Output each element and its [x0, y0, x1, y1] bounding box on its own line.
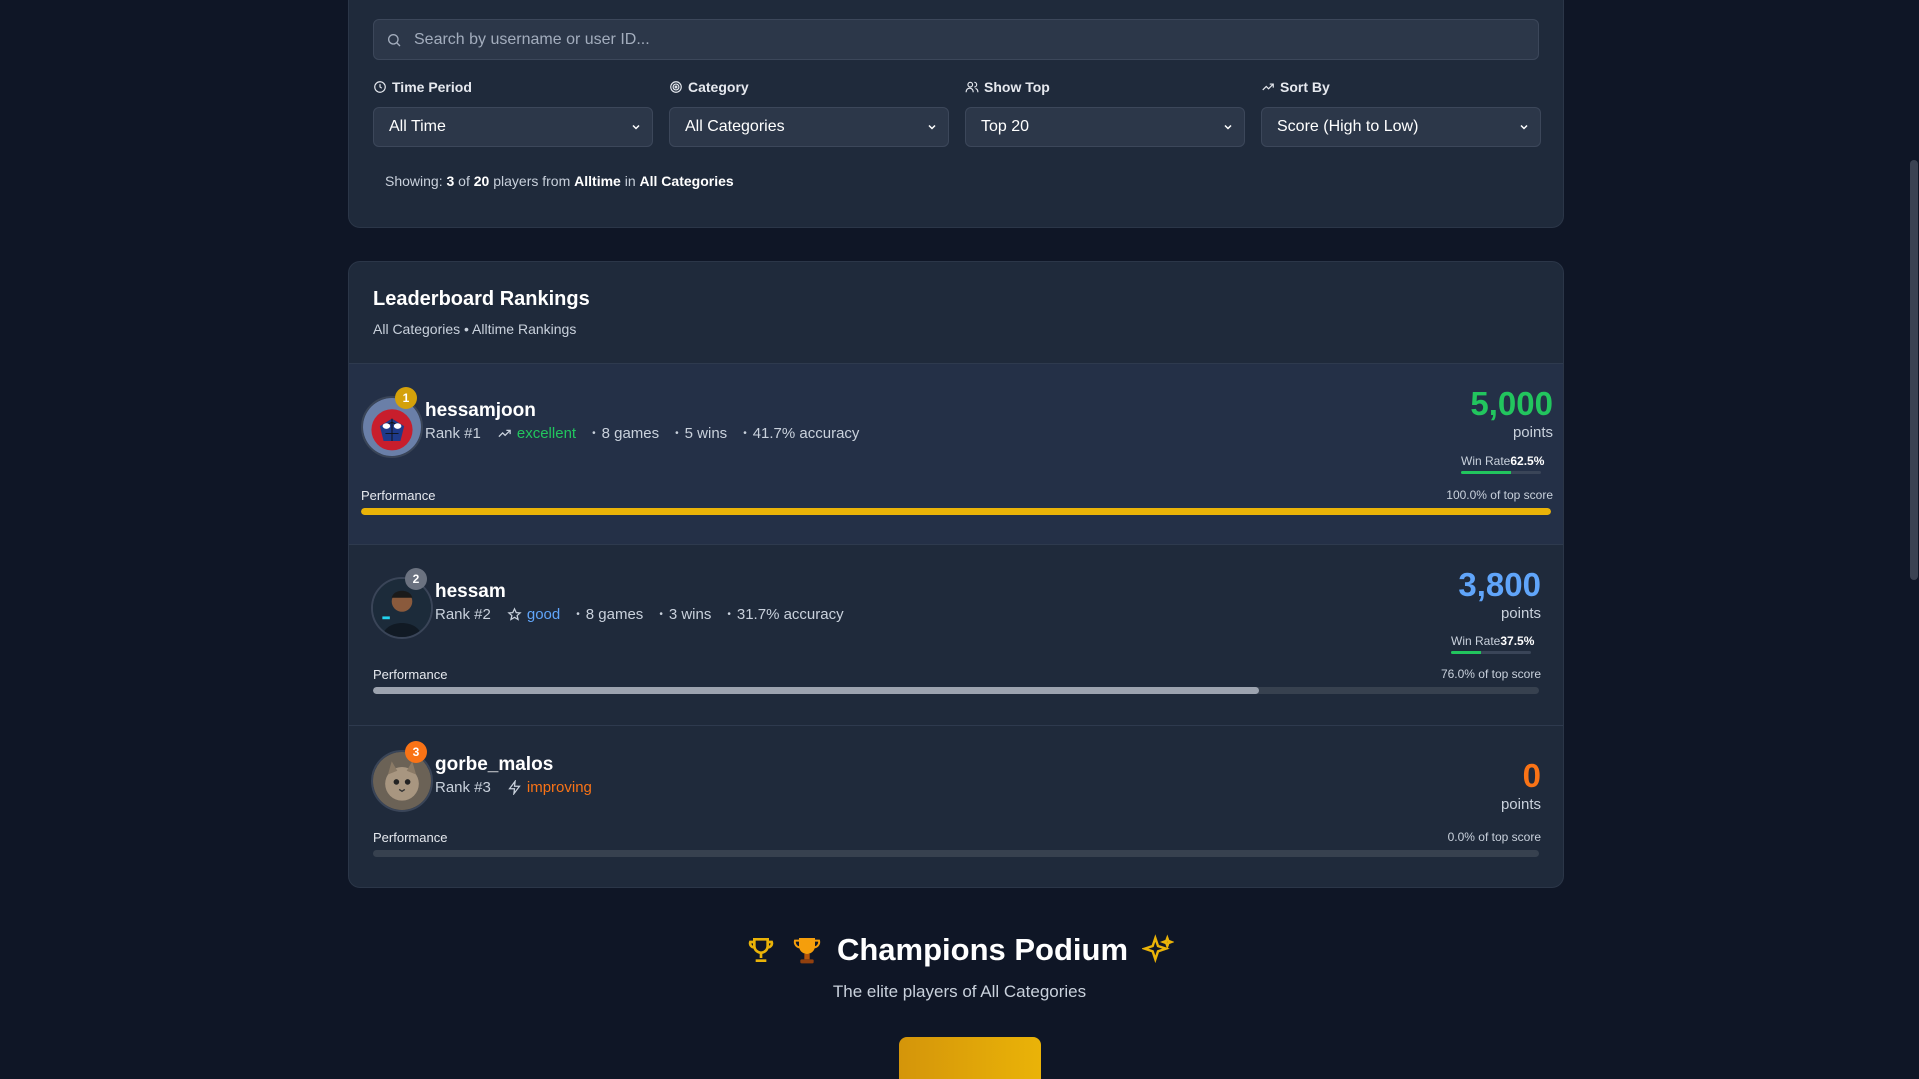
show-top-filter: Show Top Top 20	[965, 77, 1245, 147]
leaderboard-subtitle: All Categories • Alltime Rankings	[373, 321, 577, 337]
player-name[interactable]: hessamjoon	[425, 400, 536, 422]
showing-summary: Showing: 3 of 20 players from Alltime in…	[385, 173, 734, 189]
performance-bar	[373, 850, 1539, 857]
win-rate-value: 62.5%	[1510, 454, 1545, 468]
leaderboard-page: Time Period All Time Category All Catego…	[0, 0, 1919, 1079]
clock-icon	[374, 81, 386, 93]
scrollbar[interactable]	[1909, 0, 1919, 1079]
player-score: 5,000 points	[1470, 385, 1553, 442]
chevron-down-icon	[928, 124, 936, 130]
player-score: 0 points	[1500, 757, 1541, 814]
points-label: points	[1500, 605, 1541, 622]
search-bar[interactable]	[373, 19, 1539, 60]
player-meta: Rank #3 improving	[435, 779, 592, 796]
time-period-filter: Time Period All Time	[373, 77, 653, 147]
filters-card: Time Period All Time Category All Catego…	[348, 0, 1564, 228]
performance-label: Performance	[373, 667, 448, 682]
win-rate: Win Rate37.5%	[1451, 634, 1535, 648]
accuracy: 41.7% accuracy	[752, 425, 860, 442]
performance-percent: 76.0% of top score	[1440, 667, 1541, 681]
trophy-icon	[793, 938, 821, 964]
rank-badge: 3	[405, 741, 427, 763]
accuracy: 31.7% accuracy	[736, 606, 844, 623]
status: improving	[507, 779, 592, 796]
status: excellent	[497, 425, 576, 442]
performance-percent: 100.0% of top score	[1446, 488, 1553, 502]
time-period-select[interactable]: All Time	[373, 107, 653, 147]
player-row[interactable]: 3 gorbe_malos Rank #3 improving 0 points…	[349, 725, 1563, 887]
show-top-select[interactable]: Top 20	[965, 107, 1245, 147]
wins-count: 5 wins	[684, 425, 728, 442]
trophy-outline-icon	[748, 938, 774, 962]
time-period-label: Time Period	[392, 79, 472, 95]
category-filter: Category All Categories	[669, 77, 949, 147]
points-label: points	[1512, 424, 1553, 441]
player-rank: Rank #3	[435, 779, 491, 796]
sort-by-filter: Sort By Score (High to Low)	[1261, 77, 1541, 147]
player-meta: Rank #1 excellent • 8 games • 5 wins • 41.7…	[425, 425, 860, 442]
win-rate-bar	[1461, 471, 1541, 474]
sparkles-icon	[1142, 934, 1175, 964]
performance-percent: 0.0% of top score	[1447, 830, 1541, 844]
podium-first-place-block	[899, 1037, 1041, 1079]
player-name[interactable]: hessam	[435, 581, 506, 603]
performance-bar	[373, 687, 1539, 694]
search-input[interactable]	[414, 30, 1538, 49]
scrollbar-thumb[interactable]	[1910, 160, 1918, 580]
player-rank: Rank #2	[435, 606, 491, 623]
player-meta: Rank #2 good • 8 games • 3 wins • 31.7% acc…	[435, 606, 844, 623]
player-row[interactable]: 1 hessamjoon Rank #1 excellent • 8 games …	[349, 363, 1563, 544]
status-label: improving	[526, 779, 592, 796]
player-name[interactable]: gorbe_malos	[435, 754, 553, 776]
performance-label: Performance	[373, 830, 448, 845]
search-icon	[388, 33, 401, 46]
performance-label: Performance	[361, 488, 436, 503]
games-count: 8 games	[601, 425, 660, 442]
win-rate: Win Rate62.5%	[1461, 454, 1545, 468]
points-label: points	[1500, 796, 1541, 813]
win-rate-value: 37.5%	[1500, 634, 1535, 648]
trending-up-icon	[1262, 83, 1274, 91]
wins-count: 3 wins	[668, 606, 712, 623]
win-rate-bar	[1451, 651, 1531, 654]
games-count: 8 games	[585, 606, 644, 623]
score-value: 3,800	[1458, 566, 1541, 603]
status-label: good	[526, 606, 561, 623]
podium-title: Champions Podium	[836, 932, 1129, 967]
podium-subtitle: The elite players of All Categories	[832, 982, 1087, 1001]
chevron-down-icon	[1224, 124, 1232, 130]
score-value: 5,000	[1470, 385, 1553, 422]
player-rank: Rank #1	[425, 425, 481, 442]
trending-up-icon	[498, 429, 511, 438]
show-top-label: Show Top	[984, 79, 1050, 95]
sort-by-label: Sort By	[1280, 79, 1330, 95]
win-rate-fill	[1451, 651, 1481, 654]
player-score: 3,800 points	[1458, 566, 1541, 623]
podium-header: Champions Podium	[0, 932, 1919, 968]
score-value: 0	[1522, 757, 1541, 794]
lightning-icon	[508, 780, 521, 795]
leaderboard-card: Leaderboard Rankings All Categories • Al…	[348, 261, 1564, 888]
target-icon	[670, 81, 682, 93]
star-icon	[507, 607, 522, 621]
category-label: Category	[688, 79, 749, 95]
performance-bar	[361, 508, 1551, 515]
win-rate-fill	[1461, 471, 1511, 474]
users-icon	[965, 81, 979, 93]
category-select[interactable]: All Categories	[669, 107, 949, 147]
rank-badge: 2	[405, 568, 427, 590]
performance-fill	[361, 508, 1551, 515]
chevron-down-icon	[1520, 124, 1528, 130]
status-label: excellent	[516, 425, 577, 442]
leaderboard-title: Leaderboard Rankings	[373, 288, 590, 310]
performance-fill	[373, 687, 1260, 694]
rank-badge: 1	[395, 387, 417, 409]
player-row[interactable]: 2 hessam Rank #2 good • 8 games • 3 wins •…	[349, 544, 1563, 725]
status: good	[507, 606, 560, 623]
chevron-down-icon	[632, 124, 640, 130]
sort-by-select[interactable]: Score (High to Low)	[1261, 107, 1541, 147]
